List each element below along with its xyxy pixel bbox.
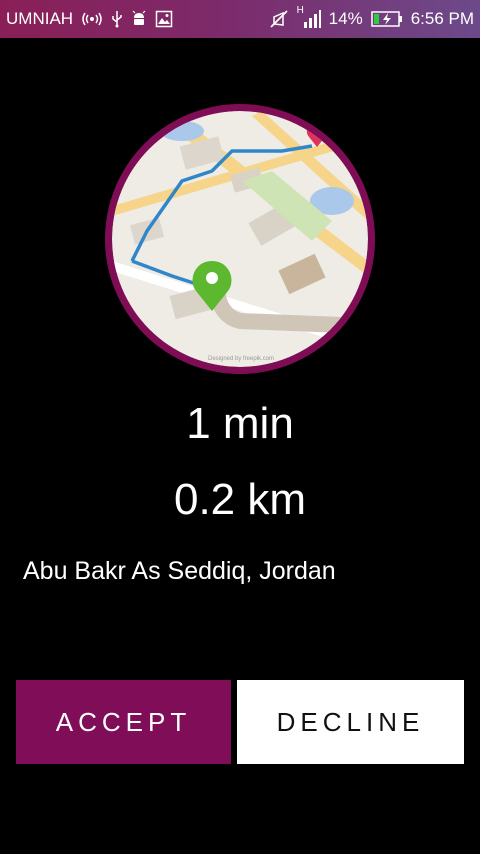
clock: 6:56 PM [410, 9, 474, 28]
map-illustration: Designed by freepik.com [112, 111, 368, 367]
network-type: H [296, 5, 304, 16]
status-bar: UMNIAH H 14% 6:56 PM [0, 0, 480, 38]
image-icon [155, 9, 173, 29]
eta-time: 1 min [186, 399, 294, 448]
map-preview: Designed by freepik.com [105, 104, 375, 374]
mute-icon [269, 9, 289, 29]
accept-button[interactable]: ACCEPT [16, 680, 231, 764]
decline-button[interactable]: DECLINE [237, 680, 464, 764]
usb-icon [111, 9, 123, 29]
battery-charging-icon [370, 9, 403, 29]
signal-icon: H [297, 5, 321, 29]
map-credit: Designed by freepik.com [208, 356, 274, 362]
carrier-name: UMNIAH [6, 9, 74, 28]
pickup-address: Abu Bakr As Seddiq, Jordan [23, 557, 336, 585]
battery-percentage: 14% [328, 9, 363, 28]
hotspot-icon [81, 9, 103, 29]
trip-distance: 0.2 km [173, 475, 307, 524]
android-debug-icon [131, 9, 147, 29]
